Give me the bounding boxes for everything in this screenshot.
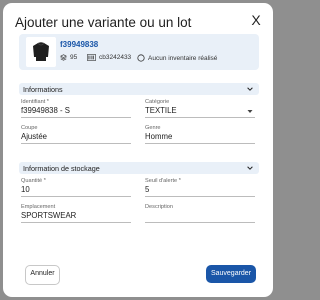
- description-field[interactable]: Description: [145, 204, 255, 223]
- quantite-label: Quantité *: [21, 178, 46, 184]
- barcode-icon: [87, 54, 96, 61]
- section-informations[interactable]: Informations: [19, 83, 259, 95]
- emplacement-label: Emplacement: [21, 204, 56, 210]
- stock-count-value: 95: [70, 54, 78, 61]
- coupe-label: Coupe: [21, 125, 38, 131]
- emplacement-field[interactable]: Emplacement SPORTSWEAR: [21, 204, 131, 223]
- genre-field[interactable]: Genre Homme: [145, 125, 255, 144]
- genre-label: Genre: [145, 125, 161, 131]
- quantite-field[interactable]: Quantité * 10: [21, 178, 131, 197]
- emplacement-input[interactable]: SPORTSWEAR: [21, 211, 131, 223]
- categorie-label: Catégorie: [145, 99, 170, 105]
- seuil-label: Seuil d'alerte *: [145, 178, 181, 184]
- stock-count: 95: [60, 54, 77, 61]
- product-card: f39949838 95 cb3242433 Aucun inventaire …: [19, 34, 259, 70]
- inventory-status: Aucun inventaire réalisé: [137, 54, 217, 62]
- chevron-down-icon[interactable]: [246, 85, 254, 93]
- description-label: Description: [145, 204, 173, 210]
- identifiant-field[interactable]: Identifiant * f39949838 - S: [21, 99, 131, 118]
- section-informations-label: Informations: [23, 85, 63, 94]
- coupe-field[interactable]: Coupe Ajustée: [21, 125, 131, 144]
- product-sku[interactable]: f39949838: [60, 40, 98, 49]
- categorie-field[interactable]: Catégorie TEXTILE: [145, 99, 255, 118]
- seuil-input[interactable]: 5: [145, 185, 255, 197]
- identifiant-label: Identifiant *: [21, 99, 49, 105]
- inventory-status-text: Aucun inventaire réalisé: [148, 54, 218, 62]
- identifiant-input[interactable]: f39949838 - S: [21, 106, 131, 118]
- dropdown-arrow-icon[interactable]: [247, 109, 253, 114]
- coupe-input[interactable]: Ajustée: [21, 132, 131, 144]
- close-button[interactable]: X: [248, 12, 264, 28]
- save-button[interactable]: Sauvegarder: [206, 265, 256, 283]
- dialog-title: Ajouter une variante ou un lot: [15, 15, 192, 30]
- description-input[interactable]: [145, 211, 255, 223]
- seuil-field[interactable]: Seuil d'alerte * 5: [145, 178, 255, 197]
- section-stockage-label: Information de stockage: [23, 164, 100, 173]
- genre-input[interactable]: Homme: [145, 132, 255, 144]
- product-code-value: cb3242433: [99, 54, 132, 61]
- quantite-input[interactable]: 10: [21, 185, 131, 197]
- chevron-down-icon[interactable]: [246, 164, 254, 172]
- modal-dialog: Ajouter une variante ou un lot X f399498…: [3, 3, 273, 297]
- section-stockage[interactable]: Information de stockage: [19, 162, 259, 174]
- circle-icon: [137, 54, 145, 62]
- categorie-select[interactable]: TEXTILE: [145, 106, 255, 118]
- product-thumbnail: [26, 37, 56, 67]
- product-code: cb3242433: [87, 54, 131, 61]
- hoodie-icon: [33, 42, 49, 61]
- cancel-button[interactable]: Annuler: [25, 265, 60, 285]
- layers-icon: [60, 54, 67, 61]
